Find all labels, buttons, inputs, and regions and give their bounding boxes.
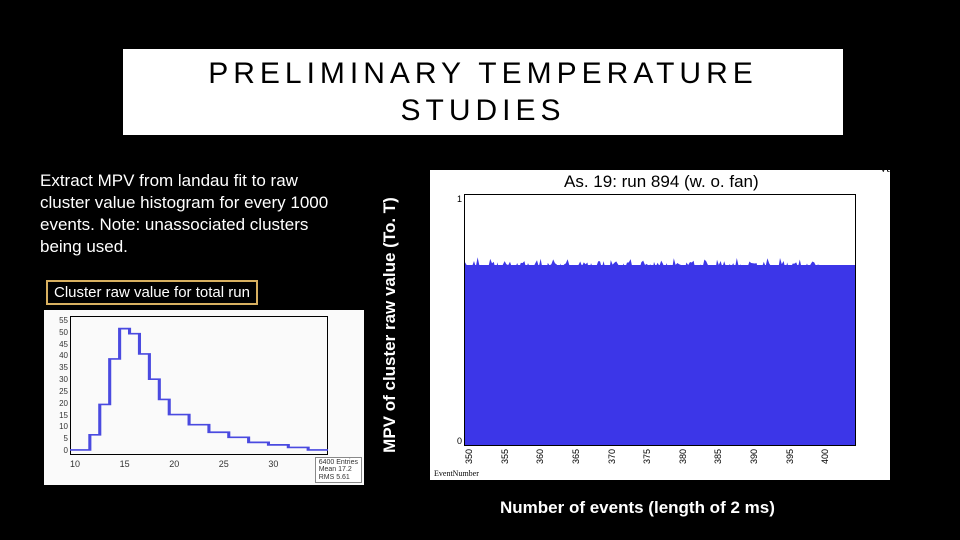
main-chart-bars <box>465 265 855 445</box>
small-chart-xticks: 101520253035 <box>70 459 328 473</box>
main-chart-axis-sublabel: EventNumber <box>434 469 479 478</box>
small-chart-yticks: 0510152025303540455055 <box>46 316 68 455</box>
main-chart: 01 350355360365370375380385390395400 Eve… <box>430 170 890 480</box>
main-chart-plot <box>464 194 856 446</box>
main-chart-ylabel: MPV of cluster raw value (To. T) <box>380 170 400 480</box>
small-chart-legend: 6400 Entries Mean 17.2 RMS 5.61 <box>315 457 362 483</box>
explain-text: Extract MPV from landau fit to raw clust… <box>40 170 350 258</box>
main-chart-title: As. 19: run 894 (w. o. fan) <box>564 172 759 192</box>
main-chart-xlabel: Number of events (length of 2 ms) <box>500 498 775 518</box>
page-title: PRELIMINARY TEMPERATURE STUDIES <box>123 55 843 130</box>
main-chart-xticks: 350355360365370375380385390395400 <box>464 450 856 464</box>
main-chart-yticks: 01 <box>434 194 462 446</box>
main-chart-side-label: QU.Cpix2_0 Cluster raw value vs event nu… <box>896 170 913 480</box>
main-chart-jagged-edge <box>465 256 825 274</box>
small-chart-caption: Cluster raw value for total run <box>46 280 258 305</box>
value-label: value <box>880 160 908 176</box>
title-box: PRELIMINARY TEMPERATURE STUDIES <box>120 46 846 138</box>
small-chart: 0510152025303540455055 101520253035 6400… <box>44 310 364 485</box>
small-chart-line <box>70 316 328 455</box>
